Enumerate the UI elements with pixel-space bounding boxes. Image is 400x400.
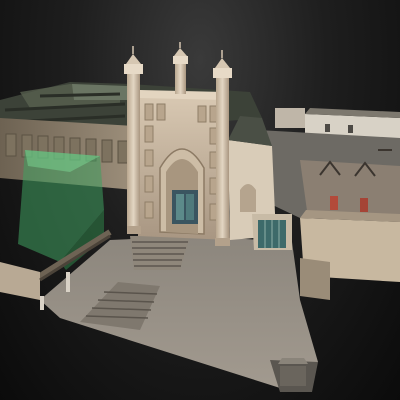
minaret-center: [173, 42, 188, 94]
right-background-buildings: [258, 108, 400, 222]
selection-overlay-block: [18, 150, 104, 270]
mosque-model-render: [0, 42, 400, 392]
corner-kiosk: [278, 358, 308, 386]
3d-model-viewport[interactable]: [0, 0, 400, 400]
right-front-wing: [300, 210, 400, 300]
